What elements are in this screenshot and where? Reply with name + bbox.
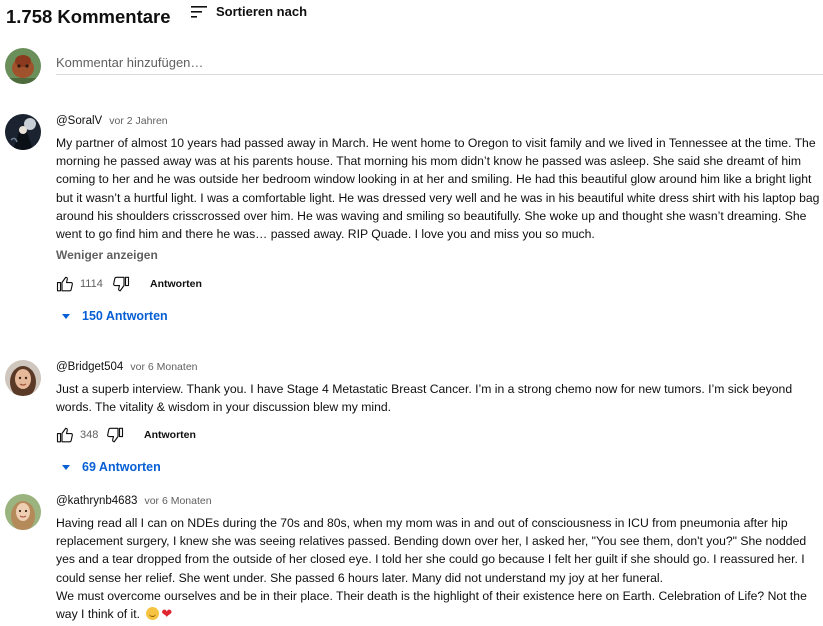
reply-button[interactable]: Antworten [150, 278, 202, 290]
caret-down-icon [62, 313, 70, 319]
replies-label: 69 Antworten [82, 460, 161, 475]
show-less-button[interactable]: Weniger anzeigen [56, 248, 820, 262]
like-count: 1114 [80, 278, 103, 291]
reply-button[interactable]: Antworten [144, 429, 196, 441]
comment-time[interactable]: vor 2 Jahren [109, 115, 167, 127]
sort-button[interactable]: Sortieren nach [190, 4, 307, 19]
red-heart-emoji-icon: ❤ [161, 606, 173, 622]
comments-header: 1.758 Kommentare [6, 6, 171, 28]
comment-text: Just a superb interview. Thank you. I ha… [56, 382, 793, 415]
comment-author[interactable]: @SoralV [56, 115, 102, 127]
comment-actions: 348 Antworten [56, 424, 820, 446]
user-avatar[interactable] [5, 48, 41, 84]
dislike-icon[interactable] [112, 275, 130, 293]
comment-time[interactable]: vor 6 Monaten [130, 361, 197, 373]
author-avatar[interactable] [5, 360, 41, 396]
sort-label: Sortieren nach [216, 4, 308, 19]
comment-author[interactable]: @kathrynb4683 [56, 495, 137, 507]
smiling-face-emoji-icon [146, 607, 160, 621]
sort-icon [191, 5, 207, 18]
replies-label: 150 Antworten [82, 309, 168, 324]
view-replies-button[interactable]: 150 Antworten [62, 309, 820, 323]
comment-time[interactable]: vor 6 Monaten [144, 495, 211, 507]
like-icon[interactable] [56, 275, 74, 293]
like-count: 348 [80, 429, 99, 442]
comment-actions: 1114 Antworten [56, 273, 820, 295]
comment-author[interactable]: @Bridget504 [56, 361, 123, 373]
like-icon[interactable] [56, 426, 74, 444]
view-replies-button[interactable]: 69 Antworten [62, 460, 820, 474]
comment-text: My partner of almost 10 years had passed… [56, 136, 820, 242]
add-comment-input[interactable] [56, 52, 823, 75]
comment-count: 1.758 Kommentare [6, 6, 171, 27]
add-comment-row [5, 48, 823, 86]
author-avatar[interactable] [5, 494, 41, 530]
dislike-icon[interactable] [106, 426, 124, 444]
comment-text-paragraph: Having read all I can on NDEs during the… [56, 516, 807, 585]
caret-down-icon [62, 464, 70, 470]
comment-text: Having read all I can on NDEs during the… [56, 514, 820, 623]
author-avatar[interactable] [5, 114, 41, 150]
